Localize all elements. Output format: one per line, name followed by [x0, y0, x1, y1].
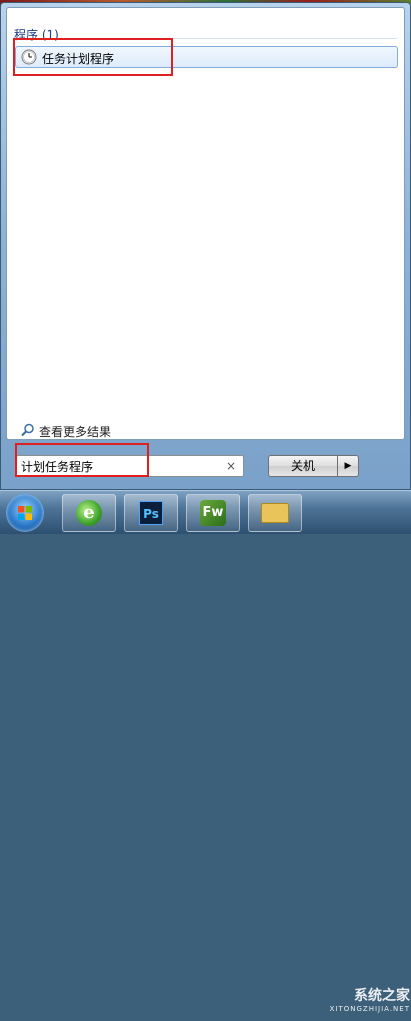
- search-input[interactable]: [21, 458, 216, 474]
- clock-icon: [21, 49, 37, 65]
- internet-explorer-icon: e: [76, 500, 102, 526]
- section-divider: [67, 38, 397, 39]
- watermark-text: 系统之家: [354, 988, 410, 1004]
- result-label: 任务计划程序: [42, 52, 115, 66]
- section-header-programs: 程序 (1): [14, 28, 59, 42]
- search-box[interactable]: ×: [16, 455, 244, 477]
- windows-logo-icon: [18, 506, 32, 520]
- shutdown-button[interactable]: 关机: [268, 455, 338, 477]
- taskbar-button-fireworks[interactable]: Fw: [186, 494, 240, 532]
- taskbar: e Ps Fw 系统之家 XITONGZHIJIA.NET: [0, 490, 411, 1013]
- magnifier-icon: [21, 423, 34, 437]
- folder-icon: [261, 503, 289, 523]
- watermark-logo: 系统之家 XITONGZHIJIA.NET: [270, 985, 410, 1021]
- clear-search-icon[interactable]: ×: [225, 459, 237, 473]
- fireworks-icon: Fw: [200, 500, 226, 526]
- photoshop-icon: Ps: [139, 501, 163, 525]
- result-item-task-scheduler[interactable]: 任务计划程序: [15, 46, 398, 68]
- shutdown-options-arrow-icon[interactable]: ▶: [338, 455, 359, 477]
- search-results-panel: 程序 (1) 任务计划程序 查看更多结果: [6, 7, 405, 440]
- watermark-subtext: XITONGZHIJIA.NET: [329, 1005, 410, 1013]
- taskbar-button-photoshop[interactable]: Ps: [124, 494, 178, 532]
- start-button[interactable]: [6, 494, 44, 532]
- see-more-label: 查看更多结果: [39, 425, 112, 439]
- shutdown-group: 关机 ▶: [268, 455, 359, 477]
- taskbar-button-explorer[interactable]: [248, 494, 302, 532]
- start-menu: 程序 (1) 任务计划程序 查看更多结果 × 关机 ▶: [0, 2, 411, 490]
- taskbar-button-ie[interactable]: e: [62, 494, 116, 532]
